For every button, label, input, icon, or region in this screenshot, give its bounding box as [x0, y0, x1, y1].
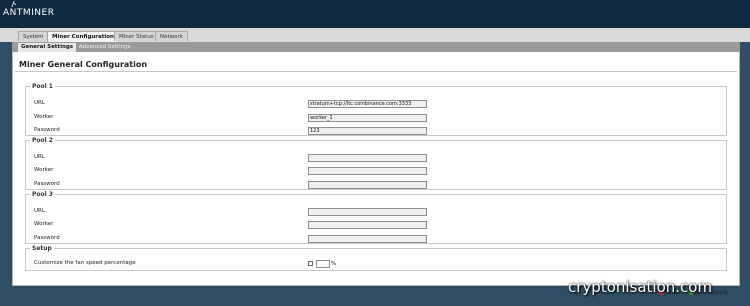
pool-2-legend: Pool 2 — [32, 137, 53, 144]
percent-sign: % — [331, 261, 337, 267]
pool-3-url-input[interactable] — [308, 208, 427, 216]
pool-2-worker-label: Worker — [34, 167, 54, 173]
pool-1-legend: Pool 1 — [32, 83, 53, 90]
pool-2-url-input[interactable] — [308, 154, 427, 162]
pool-3-password-input[interactable] — [308, 235, 427, 243]
pool-1-url-input[interactable]: stratum+tcp://ltc.coinbinance.com:3333 — [308, 100, 427, 108]
fan-speed-checkbox[interactable] — [308, 261, 313, 266]
setup-group: Setup Customize the fan speed percentage… — [25, 245, 727, 271]
antminer-logo-icon — [11, 1, 17, 8]
pool-3-password-label: Password — [34, 235, 60, 241]
tab-system[interactable]: System — [18, 31, 49, 41]
pool-1-password-label: Password — [34, 127, 60, 133]
watermark-text: cryptonisation.com — [568, 278, 713, 296]
pool-3-worker-label: Worker — [34, 221, 54, 227]
fan-speed-percent-input[interactable] — [316, 260, 330, 268]
pool-1-group: Pool 1 URL stratum+tcp://ltc.coinbinance… — [25, 83, 727, 136]
pool-3-url-label: URL — [34, 208, 45, 214]
pool-3-worker-input[interactable] — [308, 221, 427, 229]
pool-1-worker-input[interactable]: worker_1 — [308, 114, 427, 122]
pool-2-worker-input[interactable] — [308, 167, 427, 175]
pool-1-url-label: URL — [34, 100, 45, 106]
pool-1-worker-label: Worker — [34, 114, 54, 120]
subtab-general-settings[interactable]: General Settings — [18, 43, 77, 52]
title-divider — [15, 71, 737, 72]
pool-2-group: Pool 2 URL Worker Password — [25, 137, 727, 190]
tab-miner-status[interactable]: Miner Status — [114, 31, 159, 41]
pool-2-password-label: Password — [34, 181, 60, 187]
top-header: ANTMINER — [0, 0, 750, 28]
pool-1-password-input[interactable]: 123 — [308, 127, 427, 135]
pool-3-legend: Pool 3 — [32, 191, 53, 198]
setup-legend: Setup — [32, 245, 52, 252]
pool-2-url-label: URL — [34, 154, 45, 160]
page-title: Miner General Configuration — [19, 60, 148, 69]
tab-network[interactable]: Network — [155, 31, 188, 41]
pool-3-group: Pool 3 URL Worker Password — [25, 191, 727, 244]
tab-miner-configuration[interactable]: Miner Configuration — [47, 31, 119, 42]
subtab-advanced-settings[interactable]: Advanced Settings — [76, 43, 133, 52]
antminer-logo: ANTMINER — [3, 8, 55, 18]
pool-2-password-input[interactable] — [308, 181, 427, 189]
fan-speed-label: Customize the fan speed percentage — [34, 260, 136, 266]
